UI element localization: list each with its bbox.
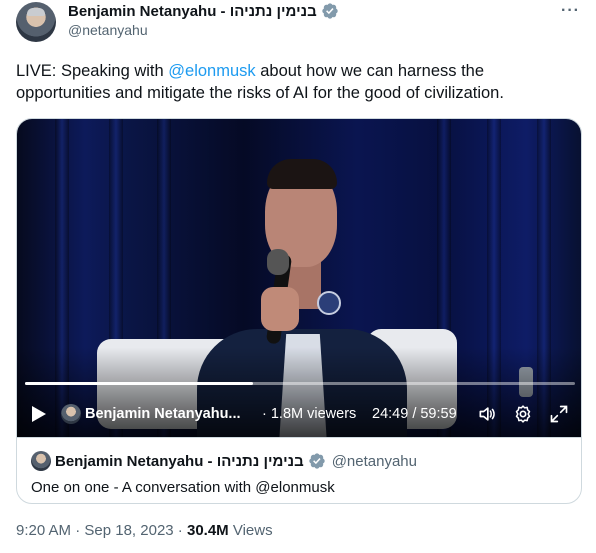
play-icon[interactable] [31,405,47,423]
author-display-name[interactable]: Benjamin Netanyahu - בנימין נתניהו [68,3,317,20]
quoted-author-handle: @netanyahu [331,452,417,470]
quoted-card[interactable]: Benjamin Netanyahu - בנימין נתניהו @neta… [17,437,581,503]
views-label: Views [228,522,273,539]
tweet-time[interactable]: 9:20 AM [16,522,71,539]
author-name-row[interactable]: Benjamin Netanyahu - בנימין נתניהו [68,1,339,21]
viewer-count-value: 1.8M viewers [270,406,357,422]
video-progress-fill [25,382,254,385]
author-handle[interactable]: @netanyahu [68,22,148,38]
meta-separator: · [71,522,85,539]
author-avatar[interactable] [16,2,56,42]
media-card: Benjamin Netanyahu... · 1.8M viewers 24:… [16,118,582,504]
live-host-avatar [61,404,81,424]
mention-link[interactable]: @elonmusk [168,62,255,80]
video-controls: Benjamin Netanyahu... · 1.8M viewers 24:… [17,399,581,429]
tweet-text-before: LIVE: Speaking with [16,62,169,80]
quoted-author-name: Benjamin Netanyahu - בנימין נתניהו [55,452,304,470]
viewer-count: · 1.8M viewers [262,406,356,422]
video-timecode: 24:49 / 59:59 [372,406,457,422]
quoted-text: One on one - A conversation with @elonmu… [31,479,335,496]
quoted-author-avatar [31,451,51,471]
video-player[interactable]: Benjamin Netanyahu... · 1.8M viewers 24:… [17,119,581,437]
tweet-meta: 9:20 AM · Sep 18, 2023 · 30.4M Views [16,522,273,539]
video-progress-bar[interactable] [25,382,575,385]
tweet-text: LIVE: Speaking with @elonmusk about how … [16,60,580,104]
quoted-author-row: Benjamin Netanyahu - בנימין נתניהו @neta… [55,452,417,470]
tweet-date[interactable]: Sep 18, 2023 [84,522,173,539]
more-options-icon[interactable]: ··· [561,2,580,20]
fullscreen-icon[interactable] [549,404,569,424]
volume-icon[interactable] [477,404,497,424]
verified-badge-icon [322,3,338,19]
quoted-verified-badge-icon [309,453,325,469]
settings-icon[interactable] [513,404,533,424]
viewer-count-prefix: · [262,406,271,422]
meta-separator: · [173,522,187,539]
views-count: 30.4M [186,522,229,539]
tweet-header: Benjamin Netanyahu - בנימין נתניהו @neta… [16,0,580,46]
live-host-name[interactable]: Benjamin Netanyahu... [85,406,241,422]
